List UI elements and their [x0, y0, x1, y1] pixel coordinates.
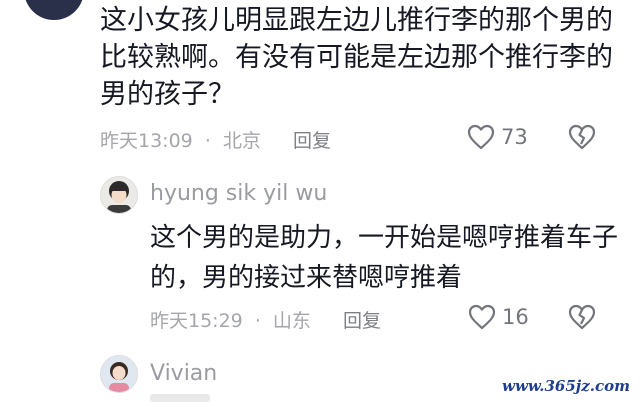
avatar-image: [109, 362, 129, 392]
comment-meta: 昨天13:09 · 北京 回复: [100, 126, 331, 153]
avatar-image: [107, 181, 131, 213]
like-button[interactable]: 73: [467, 124, 528, 150]
like-count: 73: [501, 125, 528, 149]
broken-heart-icon[interactable]: [568, 304, 596, 330]
reply-username[interactable]: hyung sik yil wu: [150, 181, 327, 206]
reply-avatar[interactable]: [100, 176, 138, 214]
heart-outline-icon: [467, 124, 495, 150]
reply-meta: 昨天15:29 · 山东 回复: [150, 306, 381, 333]
heart-outline-icon: [468, 304, 496, 330]
comment-location: 北京: [222, 130, 261, 152]
like-button[interactable]: 16: [468, 304, 529, 330]
reply-button[interactable]: 回复: [293, 130, 331, 152]
reply-location: 山东: [272, 310, 311, 332]
broken-heart-icon[interactable]: [568, 124, 596, 150]
reply-time: 昨天15:29: [150, 310, 243, 332]
meta-separator: ·: [254, 310, 261, 332]
comment-text: 这小女孩儿明显跟左边儿推行李的那个男的比较熟啊。有没有可能是左边那个推行李的男的…: [100, 5, 613, 110]
comment-time: 昨天13:09: [100, 130, 193, 152]
watermark: www.365jz.com: [502, 377, 630, 395]
meta-separator: ·: [204, 130, 211, 152]
reply-text: 这个男的是助力，一开始是嗯哼推着车子的，男的接过来替嗯哼推着: [150, 223, 619, 293]
like-count: 16: [502, 305, 529, 329]
commenter-avatar[interactable]: [24, 0, 84, 20]
reply-avatar[interactable]: [100, 355, 138, 393]
reply-username[interactable]: Vivian: [150, 361, 217, 386]
reply-button[interactable]: 回复: [343, 310, 381, 332]
